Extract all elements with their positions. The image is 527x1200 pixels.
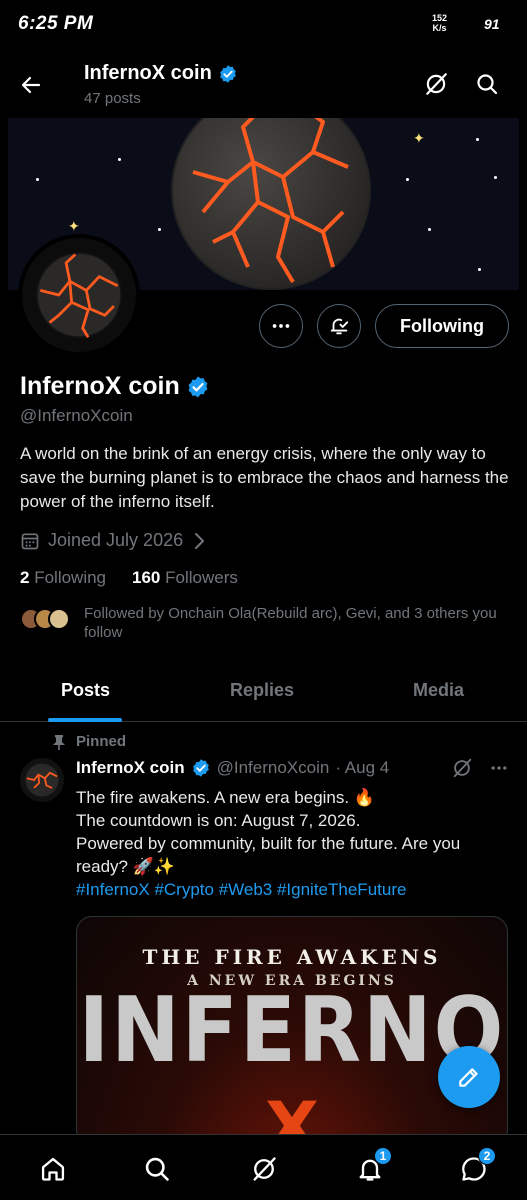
sparkle-icon: ✦ xyxy=(413,130,425,146)
more-icon[interactable] xyxy=(489,758,509,778)
lava-planet-avatar xyxy=(25,763,59,797)
nav-messages[interactable]: 2 xyxy=(454,1147,496,1189)
post-line: The fire awakens. A new era begins. 🔥 xyxy=(76,788,375,807)
star xyxy=(406,178,409,181)
back-button[interactable] xyxy=(14,68,48,102)
avatar xyxy=(48,608,70,630)
profile-avatar[interactable] xyxy=(18,234,140,356)
followers-stat[interactable]: 160 Followers xyxy=(132,568,238,588)
nav-home[interactable] xyxy=(33,1149,73,1189)
profile-bio: A world on the brink of an energy crisis… xyxy=(20,444,509,511)
verified-badge-icon xyxy=(192,759,209,777)
post-menu xyxy=(451,757,509,779)
network-speed-value: 152 xyxy=(432,13,448,23)
home-icon xyxy=(41,1157,65,1181)
profile-actions: Following xyxy=(259,304,509,348)
followers-count: 160 xyxy=(132,568,161,587)
sparkle-icon: ✦ xyxy=(68,218,80,234)
battery-level: 91 xyxy=(484,16,500,32)
star xyxy=(118,158,121,161)
grok-icon xyxy=(426,73,447,95)
tab-posts[interactable]: Posts xyxy=(61,680,110,701)
post-avatar[interactable] xyxy=(20,758,64,802)
following-count: 2 xyxy=(20,568,30,587)
post-line: Powered by community, built for the futu… xyxy=(76,834,461,876)
joined-text: Joined July 2026 xyxy=(48,530,184,550)
bottom-navigation: 1 2 xyxy=(0,1134,527,1200)
star xyxy=(476,138,479,141)
network-speed: 152 K/s xyxy=(432,13,447,33)
messages-badge: 2 xyxy=(478,1147,496,1165)
lava-planet-image xyxy=(171,118,371,290)
calendar-icon xyxy=(21,533,39,549)
header-title: InfernoX coin xyxy=(84,62,238,85)
post-media-image[interactable]: THE FIRE AWAKENS A NEW ERA BEGINS INFERN… xyxy=(76,916,508,1146)
chevron-right-icon xyxy=(195,532,205,549)
followed-by-row[interactable]: Followed by Onchain Ola(Rebuild arc), Ge… xyxy=(20,604,504,642)
tab-media[interactable]: Media xyxy=(413,680,464,701)
mutual-avatars xyxy=(20,608,70,630)
grok-icon[interactable] xyxy=(451,757,473,779)
post-header: InfernoX coin @InfernoXcoin · Aug 4 xyxy=(76,758,389,778)
following-stat[interactable]: 2 Following xyxy=(20,568,106,588)
profile-handle: @InfernoXcoin xyxy=(20,406,133,425)
star xyxy=(158,228,161,231)
post-text[interactable]: The fire awakens. A new era begins. 🔥 Th… xyxy=(76,786,506,901)
more-icon xyxy=(272,324,290,328)
posts-count: 47 posts xyxy=(84,90,141,107)
grok-icon xyxy=(253,1157,276,1181)
status-bar: 6:25 PM 152 K/s 91 xyxy=(0,0,527,48)
follow-stats: 2 Following 160 Followers xyxy=(20,568,238,588)
network-speed-unit: K/s xyxy=(432,23,447,33)
joined-date[interactable]: Joined July 2026 xyxy=(20,530,207,551)
profile-header-bar: InfernoX coin 47 posts xyxy=(0,48,527,118)
star xyxy=(36,178,39,181)
active-tab-indicator xyxy=(48,718,122,722)
pinned-text: Pinned xyxy=(76,733,127,750)
bell-check-icon xyxy=(330,318,349,335)
post-line: The countdown is on: August 7, 2026. xyxy=(76,811,361,830)
compose-post-button[interactable] xyxy=(438,1046,500,1108)
post-author[interactable]: InfernoX coin xyxy=(76,758,185,778)
pin-icon xyxy=(53,734,65,750)
back-arrow-icon xyxy=(21,76,41,94)
star xyxy=(478,268,481,271)
compose-icon xyxy=(459,1068,478,1087)
more-options-button[interactable] xyxy=(259,304,304,348)
nav-notifications[interactable]: 1 xyxy=(350,1147,392,1189)
profile-tabs: Posts Replies Media xyxy=(0,668,527,722)
display-name-text: InfernoX coin xyxy=(20,372,180,400)
status-time: 6:25 PM xyxy=(18,13,94,34)
following-label: Following xyxy=(34,568,107,587)
lava-planet-avatar xyxy=(35,251,123,339)
verified-badge-icon xyxy=(219,64,236,83)
notifications-badge: 1 xyxy=(374,1147,392,1165)
search-button[interactable] xyxy=(467,64,507,104)
search-icon xyxy=(477,74,498,95)
header-name: InfernoX coin xyxy=(84,62,212,84)
nav-search[interactable] xyxy=(137,1149,177,1189)
profile-display-name: InfernoX coin xyxy=(20,372,210,401)
pinned-label: Pinned xyxy=(52,733,126,750)
followers-label: Followers xyxy=(165,568,238,587)
search-icon xyxy=(145,1157,169,1181)
following-button[interactable]: Following xyxy=(375,304,509,348)
post-date[interactable]: · Aug 4 xyxy=(335,758,389,778)
star xyxy=(494,176,497,179)
grok-button[interactable] xyxy=(416,64,456,104)
star xyxy=(428,228,431,231)
post-handle[interactable]: @InfernoXcoin xyxy=(217,758,330,778)
tab-replies[interactable]: Replies xyxy=(230,680,294,701)
followed-by-text: Followed by Onchain Ola(Rebuild arc), Ge… xyxy=(84,605,497,641)
lava-cracks xyxy=(192,118,349,284)
verified-badge-icon xyxy=(188,376,208,397)
media-headline: THE FIRE AWAKENS xyxy=(142,945,442,969)
notifications-toggle-button[interactable] xyxy=(317,304,362,348)
nav-grok[interactable] xyxy=(244,1149,284,1189)
post-hashtags[interactable]: #InfernoX #Crypto #Web3 #IgniteTheFuture xyxy=(76,878,506,901)
